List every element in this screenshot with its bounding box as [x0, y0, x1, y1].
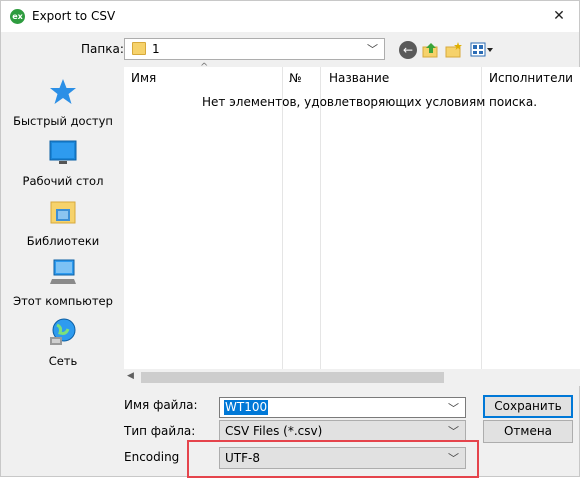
filetype-label: Тип файла: — [124, 424, 196, 438]
chevron-down-icon[interactable]: ﹀ — [448, 400, 459, 416]
chevron-down-icon: ﹀ — [448, 425, 459, 438]
close-button[interactable]: ✕ — [547, 5, 571, 27]
column-header-title[interactable]: Название — [329, 71, 389, 85]
place-label: Быстрый доступ — [13, 114, 113, 128]
libraries-icon — [50, 201, 76, 224]
back-arrow-icon[interactable]: ← — [399, 41, 417, 59]
filename-value[interactable]: WT100 — [224, 400, 269, 415]
place-network[interactable]: Сеть — [7, 317, 119, 375]
place-label: Библиотеки — [26, 234, 100, 248]
filename-label: Имя файла: — [124, 398, 198, 412]
column-header-artists[interactable]: Исполнители — [489, 71, 573, 85]
folder-icon — [132, 42, 146, 55]
view-menu-icon[interactable] — [470, 41, 494, 59]
scrollbar-thumb[interactable] — [141, 372, 444, 383]
desktop-icon — [49, 140, 77, 164]
place-quick-access[interactable]: Быстрый доступ — [7, 77, 119, 135]
export-dialog: ex Export to CSV ✕ Папка: 1 ﹀ ← Быстрый … — [0, 0, 580, 478]
app-logo-icon: ex — [10, 9, 25, 24]
place-label: Рабочий стол — [22, 174, 104, 188]
place-label: Сеть — [48, 354, 78, 368]
title-bar: ex Export to CSV ✕ — [1, 1, 579, 32]
column-divider[interactable] — [282, 67, 283, 370]
place-desktop[interactable]: Рабочий стол — [7, 137, 119, 195]
star-icon — [50, 79, 76, 104]
filetype-dropdown[interactable]: CSV Files (*.csv) ﹀ — [219, 420, 466, 442]
place-libraries[interactable]: Библиотеки — [7, 197, 119, 255]
new-folder-icon[interactable] — [445, 41, 463, 59]
sort-indicator-icon: ^ — [200, 62, 209, 73]
look-in-value: 1 — [152, 42, 160, 56]
column-header-number[interactable]: № — [289, 71, 301, 85]
column-header-name[interactable]: Имя — [131, 71, 156, 85]
place-this-pc[interactable]: Этот компьютер — [7, 257, 119, 315]
empty-list-message: Нет элементов, удовлетворяющих условиям … — [202, 95, 538, 109]
place-label: Этот компьютер — [13, 294, 113, 308]
file-list[interactable]: Имя ^ № Название Исполнители Нет элемент… — [124, 62, 580, 370]
window-title: Export to CSV — [32, 9, 116, 23]
chevron-down-icon: ﹀ — [367, 43, 378, 56]
filename-field[interactable]: WT100 ﹀ — [219, 397, 466, 418]
look-in-label: Папка: — [81, 42, 124, 56]
column-divider[interactable] — [320, 67, 321, 370]
column-divider[interactable] — [481, 67, 482, 370]
cancel-button[interactable]: Отмена — [483, 420, 573, 443]
look-in-dropdown[interactable]: 1 ﹀ — [124, 38, 385, 60]
horizontal-scrollbar[interactable]: ◀ — [124, 369, 580, 386]
places-sidebar: Быстрый доступ Рабочий стол Библиотеки Э… — [7, 67, 119, 389]
encoding-highlight-box — [187, 440, 479, 478]
filetype-value: CSV Files (*.csv) — [225, 424, 323, 438]
network-icon — [50, 318, 76, 345]
save-button[interactable]: Сохранить — [483, 395, 573, 418]
computer-icon — [50, 259, 76, 284]
encoding-label: Encoding — [124, 450, 180, 464]
up-folder-icon[interactable] — [422, 41, 440, 59]
scroll-left-icon[interactable]: ◀ — [127, 371, 134, 381]
